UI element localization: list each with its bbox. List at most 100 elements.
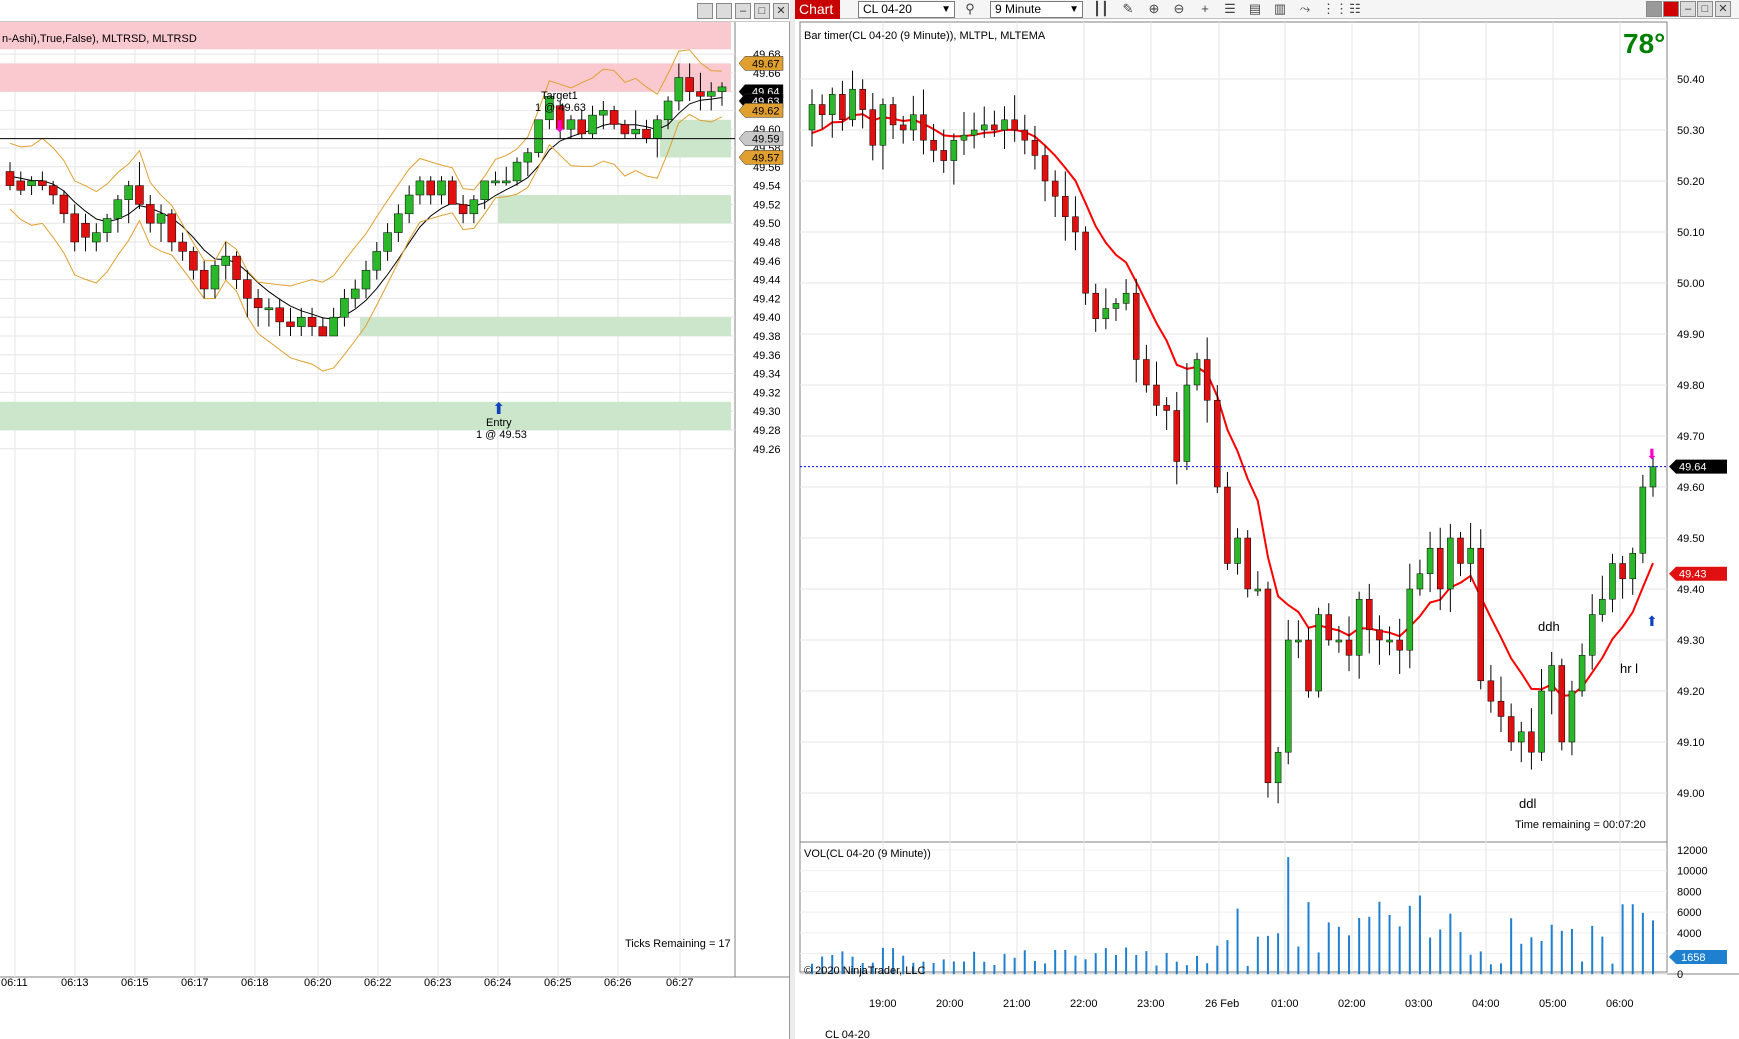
right-candle-body — [950, 139, 958, 161]
interval-select[interactable]: 9 Minute ▼ — [990, 1, 1083, 18]
right-candle-body — [879, 104, 887, 146]
left-grid — [0, 22, 790, 978]
left-candle-body — [243, 279, 252, 299]
left-candle-body — [307, 316, 317, 327]
right-time-tick: 03:00 — [1405, 998, 1433, 1010]
left-price-marker: 49.57 — [738, 150, 784, 165]
target-arrow-icon: ⬇ — [553, 117, 566, 136]
right-candle-body — [1639, 486, 1647, 554]
left-price-tick: 49.42 — [753, 293, 781, 305]
strategy-icon[interactable]: ▥ — [1272, 1, 1288, 17]
right-candle-body — [1092, 292, 1099, 319]
right-candle-body — [1325, 614, 1333, 641]
right-candle-body — [1548, 665, 1555, 692]
right-candle-body — [1305, 639, 1312, 692]
right-chart-plot[interactable]: ⬇ ⬆ 50.40 50.30 50.20 50.10 50.00 49.90 49.80 49… — [795, 19, 1739, 1039]
close-button[interactable]: ✕ — [1715, 1, 1731, 17]
left-price-tick: 49.40 — [753, 312, 781, 324]
left-time-tick: 06:17 — [181, 977, 209, 989]
right-candle-body — [1588, 614, 1596, 656]
right-price-tick: 49.90 — [1677, 329, 1705, 341]
zone-sell-red — [0, 63, 731, 92]
left-chart-plot[interactable]: ⬇ ⬆ 49.6849.6649.6449.6249.6049.5849.5649… — [0, 22, 790, 1039]
last-price-marker-label: 49.64 — [1679, 462, 1707, 474]
maximize-button[interactable]: □ — [754, 3, 770, 19]
instrument-select[interactable]: CL 04-20 ▼ — [858, 1, 955, 18]
left-indicator-label: n-Ashi),True,False), MLTRSD, MLTRSD — [2, 33, 197, 45]
right-candle-body — [1396, 639, 1403, 651]
left-candle-body — [415, 180, 425, 196]
right-volume-tick: 4000 — [1677, 928, 1701, 940]
indicator-icon[interactable]: ⤳ — [1297, 1, 1313, 17]
left-candle-body — [620, 124, 630, 135]
maximize-button[interactable]: □ — [1697, 1, 1713, 17]
properties-icon[interactable]: ☰ — [1222, 1, 1238, 17]
left-candle-body — [92, 232, 101, 243]
tile-icon[interactable] — [1646, 1, 1662, 17]
minimize-button[interactable]: – — [735, 3, 751, 19]
left-candle-body — [48, 185, 58, 196]
last-price-marker: 49.64 — [1669, 459, 1727, 474]
right-candle-body — [829, 94, 836, 115]
minimize-button[interactable]: – — [1680, 1, 1696, 17]
left-candle-body — [599, 110, 608, 116]
tile-icon-2[interactable] — [716, 3, 732, 19]
left-time-tick: 06:27 — [666, 977, 694, 989]
drawing-tools-icon[interactable]: ⋮⋮ — [1322, 1, 1348, 17]
tile-icon[interactable] — [697, 3, 713, 19]
left-candle-body — [491, 180, 500, 184]
close-button[interactable]: ✕ — [773, 3, 789, 19]
crosshair-icon[interactable]: + — [1197, 1, 1213, 17]
right-time-tick: 02:00 — [1338, 998, 1366, 1010]
right-candle-body — [910, 114, 917, 131]
trading-desktop: – □ ✕ ⬇ ⬆ 49.6849.6649.6449.6249.6049.584… — [0, 0, 1739, 1039]
search-icon[interactable]: ⚲ — [962, 1, 978, 17]
left-candle-body — [199, 269, 209, 290]
left-candle-body — [663, 100, 673, 121]
left-candle-body — [286, 321, 295, 327]
right-candle-body — [1021, 129, 1029, 141]
pencil-icon[interactable]: ✎ — [1120, 1, 1136, 17]
left-time-tick: 06:26 — [604, 977, 632, 989]
right-candle-body — [1122, 292, 1130, 304]
left-chart-window: – □ ✕ ⬇ ⬆ 49.6849.6649.6449.6249.6049.584… — [0, 0, 790, 1039]
list-icon[interactable]: ☷ — [1347, 1, 1363, 17]
right-candle-body — [1416, 573, 1424, 590]
right-candle-body — [1528, 731, 1535, 753]
right-candle-body — [1599, 598, 1606, 615]
right-time-tick: 05:00 — [1539, 998, 1567, 1010]
right-time-tick: 04:00 — [1472, 998, 1500, 1010]
bottom-instrument-tab[interactable]: CL 04-20 — [825, 1029, 870, 1039]
right-candle-body — [1011, 119, 1018, 131]
left-candle-body — [437, 180, 446, 196]
right-grid — [799, 21, 1739, 975]
zoom-out-icon[interactable]: ⊖ — [1171, 1, 1187, 17]
bar-style-icon[interactable]: ┃┃ — [1093, 1, 1109, 17]
left-candle-body — [156, 213, 166, 224]
right-candle-body — [1244, 537, 1251, 590]
link-icon[interactable] — [1663, 1, 1679, 17]
right-candle-body — [1031, 139, 1039, 156]
annotation-ddl: ddl — [1519, 796, 1536, 811]
data-box-icon[interactable]: ▤ — [1247, 1, 1263, 17]
left-candle-body — [38, 180, 47, 186]
left-candle-body — [178, 241, 187, 252]
zoom-in-icon[interactable]: ⊕ — [1146, 1, 1162, 17]
right-candle-body — [1447, 537, 1454, 590]
right-price-tick: 49.80 — [1677, 380, 1705, 392]
left-candle-body — [318, 326, 328, 337]
left-candle-body — [124, 185, 133, 200]
left-candle-body — [458, 204, 468, 215]
left-time-axis: 06:11 06:13 06:15 06:17 06:18 06:20 06:22 06:23… — [1, 977, 694, 989]
left-price-tick: 49.50 — [753, 218, 781, 230]
left-title-bar: – □ ✕ — [0, 0, 790, 22]
right-candle-body — [849, 88, 856, 121]
chart-tab[interactable]: Chart — [795, 0, 840, 19]
left-candle-body — [27, 180, 36, 186]
zone-green-b — [498, 195, 731, 224]
right-candle-body — [1254, 588, 1262, 592]
left-candle-body — [232, 255, 241, 280]
right-time-tick: 19:00 — [869, 998, 897, 1010]
right-candle-body — [920, 114, 927, 141]
right-candle-body — [1406, 588, 1414, 651]
